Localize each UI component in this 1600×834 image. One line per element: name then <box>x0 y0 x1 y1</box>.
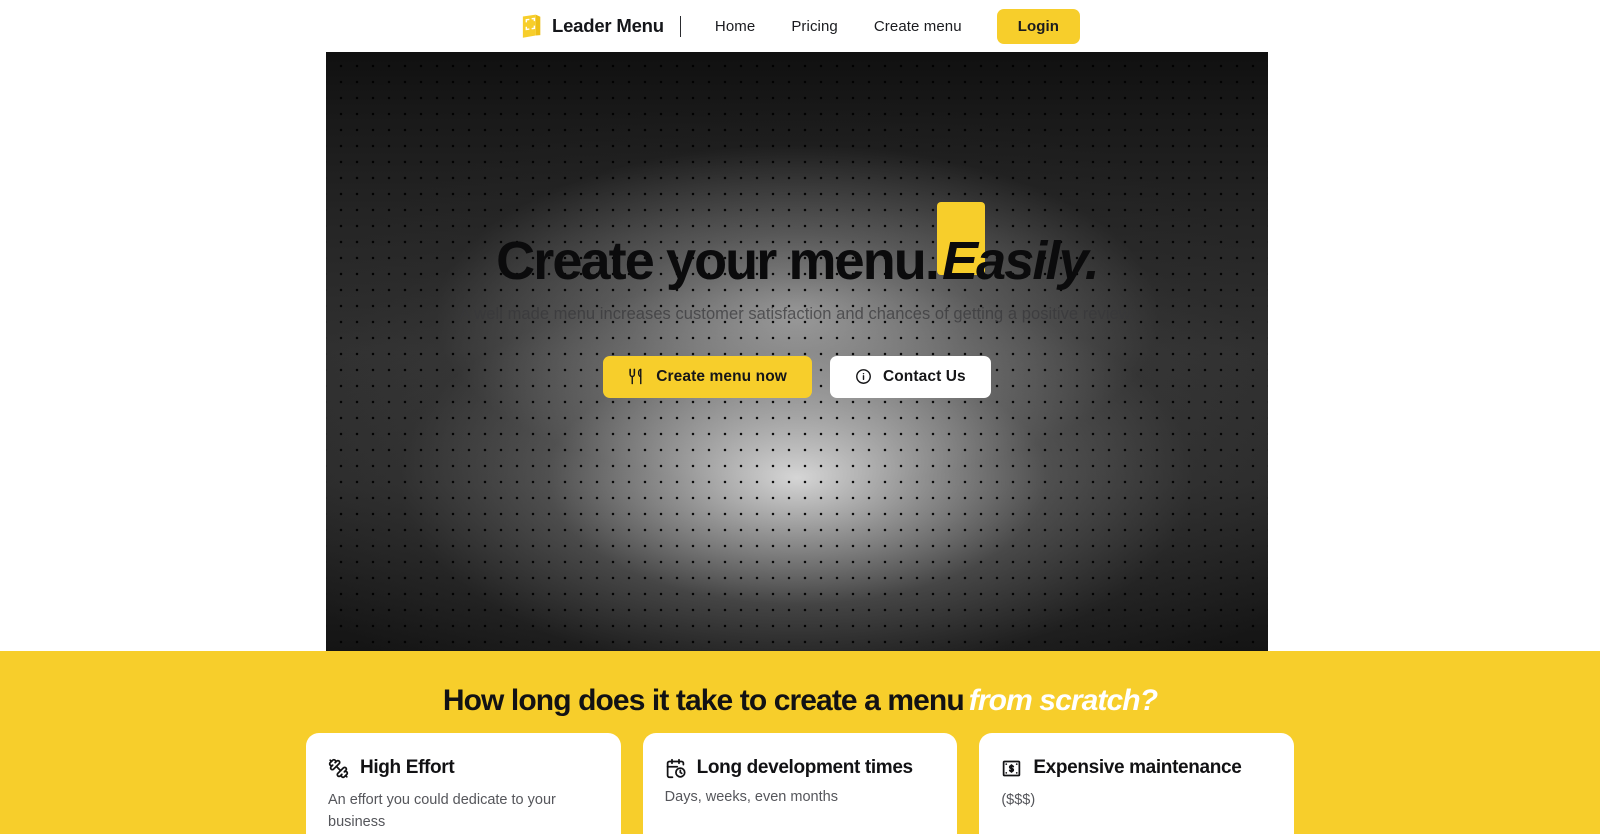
card-head: Expensive maintenance <box>1001 755 1272 781</box>
card-head: Long development times <box>665 755 936 781</box>
brand-name: Leader Menu <box>551 15 664 36</box>
card-title: High Effort <box>360 757 455 778</box>
hero-subtitle: A well made menu increases customer sati… <box>459 305 1135 324</box>
hero-title-main: Create your menu. <box>496 231 940 291</box>
card-title: Long development times <box>696 757 913 778</box>
problem-card-high-effort[interactable]: High Effort An effort you could dedicate… <box>306 733 621 834</box>
page-root: Leader Menu Home Pricing Create menu Log… <box>0 0 1600 834</box>
calendar-clock-icon <box>665 758 686 779</box>
card-description: Days, weeks, even months <box>664 789 838 806</box>
problem-cards-row: High Effort An effort you could dedicate… <box>306 733 1295 834</box>
nav-inner: Leader Menu Home Pricing Create menu Log… <box>520 0 1081 52</box>
nav-link-create-menu[interactable]: Create menu <box>856 11 980 42</box>
brand-logo-group[interactable]: Leader Menu <box>520 14 664 39</box>
card-description: ($$$) <box>1001 792 1036 809</box>
hero-title-accent-text: Easily. <box>942 231 1100 291</box>
card-title: Expensive maintenance <box>1033 757 1242 778</box>
nav-link-pricing[interactable]: Pricing <box>773 11 856 42</box>
card-head: High Effort <box>328 755 599 781</box>
problem-card-expensive-maintenance[interactable]: Expensive maintenance ($$$) <box>979 733 1295 834</box>
hero-title: Create your menu. Easily. <box>496 202 1100 291</box>
hero-content: Create your menu. Easily. A well made men… <box>326 202 1268 398</box>
nav-links: Home Pricing Create menu <box>697 11 980 42</box>
utensils-icon <box>628 368 645 385</box>
problem-section-heading: How long does it take to create a menu fr… <box>0 684 1600 718</box>
create-menu-now-button[interactable]: Create menu now <box>603 355 812 398</box>
problem-heading-main: How long does it take to create a menu <box>442 684 965 717</box>
problem-section: How long does it take to create a menu fr… <box>0 651 1600 834</box>
contact-us-button[interactable]: Contact Us <box>829 355 991 398</box>
hero-cta-group: Create menu now Contact Us <box>603 355 991 398</box>
dumbbell-icon <box>328 758 349 779</box>
menu-book-icon <box>520 14 543 39</box>
problem-card-long-development-times[interactable]: Long development times Days, weeks, even… <box>642 733 958 834</box>
create-menu-now-label: Create menu now <box>656 367 787 385</box>
login-button[interactable]: Login <box>996 8 1081 44</box>
top-navigation-bar: Leader Menu Home Pricing Create menu Log… <box>0 0 1600 52</box>
nav-divider <box>679 15 681 37</box>
card-description: An effort you could dedicate to your bus… <box>328 792 556 830</box>
problem-heading-accent: from scratch? <box>968 684 1158 717</box>
contact-us-label: Contact Us <box>882 367 966 385</box>
nav-link-home[interactable]: Home <box>697 11 773 42</box>
info-circle-icon <box>855 368 872 385</box>
hero-title-accent: Easily. <box>937 202 1100 291</box>
banknote-dollar-icon <box>1001 758 1022 779</box>
hero-section: Create your menu. Easily. A well made men… <box>326 52 1268 652</box>
